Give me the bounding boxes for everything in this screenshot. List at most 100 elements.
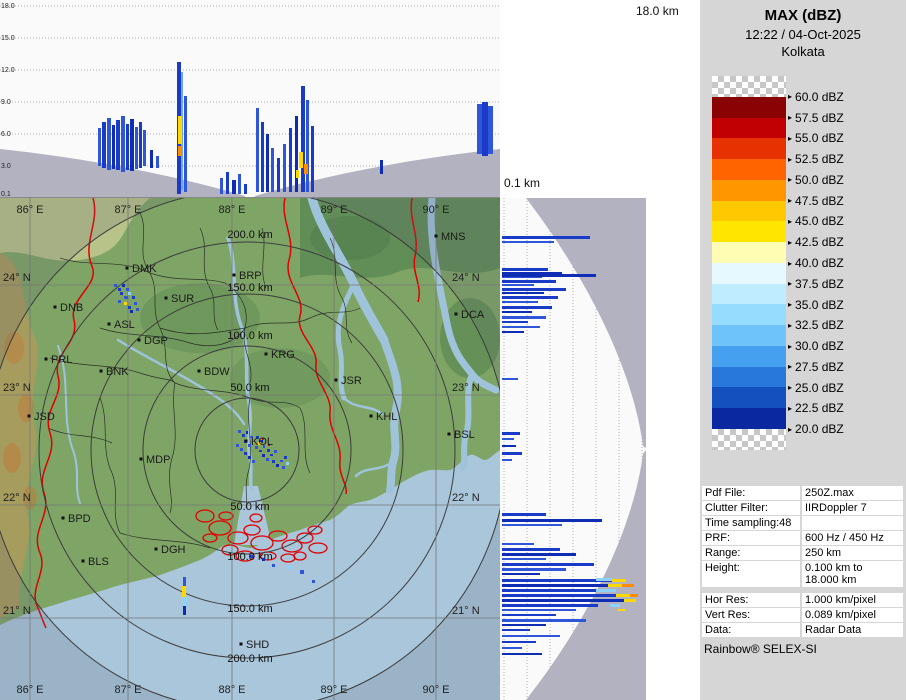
info-value: 1.000 km/pixel <box>802 593 903 607</box>
echo-cell <box>178 146 181 156</box>
echo-cell <box>250 555 253 558</box>
echo-cell <box>118 300 121 303</box>
city-dot <box>107 322 111 326</box>
city-dot <box>44 357 48 361</box>
city-dot <box>264 352 268 356</box>
echo-cell <box>502 614 556 616</box>
echo-cell <box>502 624 546 626</box>
city-dot <box>239 642 243 646</box>
info-row: Range: 250 km <box>702 546 903 560</box>
echo-cell <box>178 116 182 144</box>
height-axis-min-label: 0.1 km <box>504 176 541 190</box>
city-label: KHL <box>376 411 397 423</box>
echo-cell <box>244 184 247 194</box>
legend-boundary-label: ▸ 55.0 dBZ <box>788 131 844 146</box>
legend-swatch <box>712 387 786 409</box>
city-dot <box>53 305 57 309</box>
lon-label-bottom: 86° E <box>16 684 43 696</box>
range-ring-label: 200.0 km <box>227 229 272 241</box>
legend-boundary-label: ▸ 50.0 dBZ <box>788 172 844 187</box>
city-dot <box>154 547 158 551</box>
echo-cell <box>502 292 544 294</box>
city-label: SUR <box>171 293 194 305</box>
lat-label-left: 24° N <box>3 272 31 284</box>
echo-cell <box>156 156 159 168</box>
legend-swatch <box>712 96 786 118</box>
legend-tick-arrow-icon: ▸ <box>788 196 793 206</box>
echo-cell <box>502 558 546 560</box>
echo-cell <box>502 635 560 637</box>
echo-cell <box>502 306 552 309</box>
echo-cell <box>236 444 239 447</box>
echo-cell <box>502 568 566 571</box>
echo-cell <box>502 445 516 447</box>
legend-tick-arrow-icon: ▸ <box>788 424 793 434</box>
echo-cell <box>118 288 121 291</box>
range-ring-label: 200.0 km <box>227 653 272 665</box>
legend-swatch <box>712 429 786 450</box>
height-axis-strip: 18.0 km 0.1 km <box>500 0 700 198</box>
echo-cell <box>502 609 576 611</box>
echo-cell <box>301 86 305 192</box>
legend-swatch <box>712 325 786 346</box>
echo-cell <box>630 594 638 597</box>
legend-boundary-label: ▸ 20.0 dBZ <box>788 422 844 437</box>
city-dot <box>197 369 201 373</box>
echo-cell <box>122 284 125 287</box>
legend-boundary-label: ▸ 45.0 dBZ <box>788 214 844 229</box>
echo-cell <box>271 148 274 192</box>
echo-cell <box>128 306 131 309</box>
info-row: Hor Res: 1.000 km/pixel <box>702 593 903 607</box>
legend-panel: MAX (dBZ) 12:22 / 04-Oct-2025 Kolkata Pd… <box>700 0 906 700</box>
info-value: 0.089 km/pixel <box>802 608 903 622</box>
info-value: IIRDoppler 7 <box>802 501 903 515</box>
info-label: Data: <box>702 623 800 637</box>
height-tick-label: 9.0 <box>1 99 11 106</box>
echo-cell <box>183 597 187 606</box>
echo-cell <box>274 450 277 453</box>
echo-cell <box>312 580 315 583</box>
echo-cell <box>502 553 576 556</box>
info-row: Height: 0.100 km to 18.000 km <box>702 561 903 587</box>
range-ring-label: 100.0 km <box>227 330 272 342</box>
echo-cell <box>502 653 542 655</box>
legend-tick-arrow-icon: ▸ <box>788 133 793 143</box>
echo-cell <box>608 584 622 587</box>
echo-cell <box>226 172 229 194</box>
echo-cell <box>238 430 241 433</box>
ns-cross-section-svg <box>500 198 646 700</box>
echo-cell <box>612 579 626 582</box>
echo-cell <box>299 152 303 168</box>
city-dot <box>125 266 129 270</box>
radar-display-window: 18.0 15.0 12.0 9.0 6.0 3.0 0.1 18.0 km 0.1 km <box>0 0 906 700</box>
legend-swatch <box>712 262 786 284</box>
echo-cell <box>502 589 602 592</box>
legend-boundary-label: ▸ 57.5 dBZ <box>788 110 844 125</box>
legend-tick-arrow-icon: ▸ <box>788 341 793 351</box>
city-dot <box>164 296 168 300</box>
range-ring-label: 50.0 km <box>230 382 269 394</box>
ns-cross-section-panel <box>500 198 646 700</box>
echo-cell <box>183 577 186 586</box>
echo-cell <box>502 519 602 522</box>
legend-boundary-label: ▸ 42.5 dBZ <box>788 235 844 250</box>
echo-cell <box>120 292 123 295</box>
legend-swatch <box>712 366 786 388</box>
echo-cell <box>284 456 287 459</box>
echo-cell <box>150 150 153 168</box>
product-datetime: 12:22 / 04-Oct-2025 <box>745 27 861 42</box>
legend-boundary-label: ▸ 47.5 dBZ <box>788 193 844 208</box>
echo-cell <box>295 116 298 192</box>
ew-cross-section-svg: 18.0 15.0 12.0 9.0 6.0 3.0 0.1 <box>0 0 500 198</box>
legend-tick-arrow-icon: ▸ <box>788 279 793 289</box>
echo-cell <box>182 586 186 597</box>
legend-tick-arrow-icon: ▸ <box>788 258 793 268</box>
echo-cell <box>130 310 133 313</box>
legend-tick-arrow-icon: ▸ <box>788 362 793 372</box>
echo-cell <box>502 236 590 239</box>
echo-cell <box>246 431 248 434</box>
legend-tick-arrow-icon: ▸ <box>788 175 793 185</box>
echo-cell <box>502 629 530 631</box>
echo-cell <box>184 96 187 192</box>
echo-cell <box>107 118 111 170</box>
